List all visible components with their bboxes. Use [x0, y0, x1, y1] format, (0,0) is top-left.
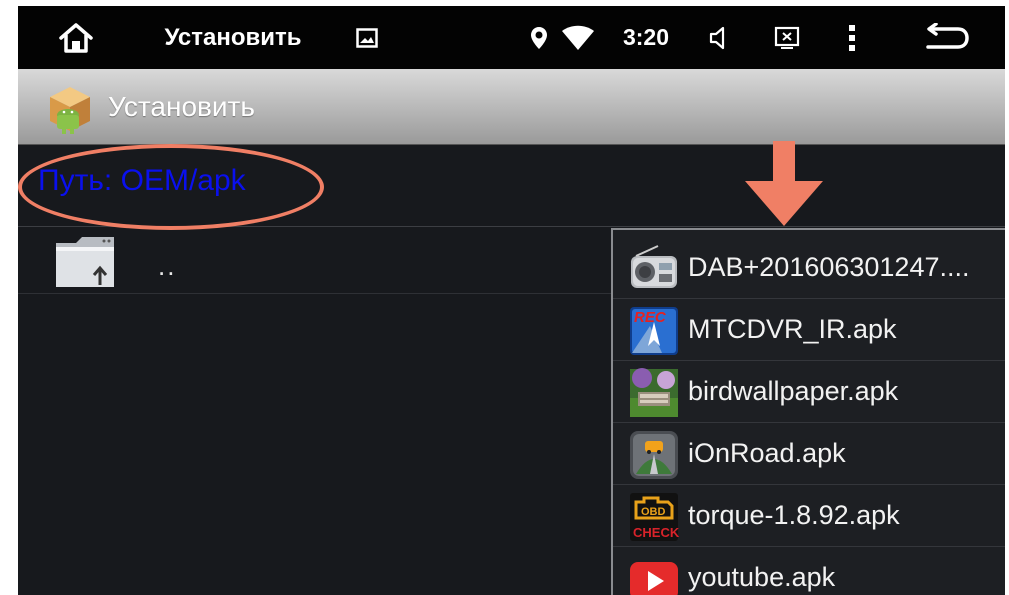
radio-icon — [628, 244, 680, 294]
list-item[interactable]: iOnRoad.apk — [613, 422, 1005, 485]
status-bar: Установить 3:20 — [18, 6, 1005, 69]
clock-time: 3:20 — [622, 24, 670, 50]
svg-text:CHECK: CHECK — [633, 525, 680, 540]
svg-text:REC: REC — [634, 309, 667, 326]
rec-navigation-icon: REC — [628, 306, 680, 356]
parent-directory-label: .. — [158, 251, 177, 281]
android-package-icon — [44, 83, 96, 135]
file-name: birdwallpaper.apk — [688, 376, 899, 406]
overflow-menu-icon[interactable] — [840, 6, 864, 69]
home-icon[interactable] — [52, 6, 100, 69]
file-name: DAB+201606301247.... — [688, 252, 970, 282]
folder-up-icon — [54, 235, 118, 287]
annotation-arrow — [745, 141, 823, 231]
list-item[interactable]: REC MTCDVR_IR.apk — [613, 298, 1005, 361]
volume-icon[interactable] — [704, 6, 734, 69]
list-item[interactable]: OBD CHECK torque-1.8.92.apk — [613, 484, 1005, 547]
parent-directory-row[interactable] — [18, 227, 612, 294]
action-bar: Установить — [18, 69, 1005, 145]
list-item[interactable]: DAB+201606301247.... — [613, 236, 1005, 299]
apk-file-list: DAB+201606301247.... REC MTCDVR_IR.apk b… — [611, 228, 1005, 595]
obd-check-icon: OBD CHECK — [628, 492, 680, 542]
list-item[interactable]: youtube.apk — [613, 546, 1005, 595]
file-name: MTCDVR_IR.apk — [688, 314, 897, 344]
youtube-icon — [628, 554, 680, 595]
image-icon — [352, 6, 382, 69]
ionroad-car-icon — [628, 430, 680, 480]
file-name: torque-1.8.92.apk — [688, 500, 900, 530]
file-name: youtube.apk — [688, 562, 836, 592]
location-icon — [526, 6, 552, 69]
svg-text:OBD: OBD — [641, 506, 666, 518]
device-screen: Установить 3:20 Установить Путь: OEM/apk… — [18, 6, 1005, 595]
status-app-title: Установить — [164, 23, 302, 51]
back-icon[interactable] — [918, 6, 974, 69]
wifi-icon — [558, 6, 598, 69]
bird-wallpaper-icon — [628, 368, 680, 418]
screenshot-icon[interactable] — [770, 6, 804, 69]
list-item[interactable]: birdwallpaper.apk — [613, 360, 1005, 423]
file-name: iOnRoad.apk — [688, 438, 846, 468]
highlight-ellipse — [18, 144, 324, 230]
action-bar-title: Установить — [108, 91, 255, 122]
